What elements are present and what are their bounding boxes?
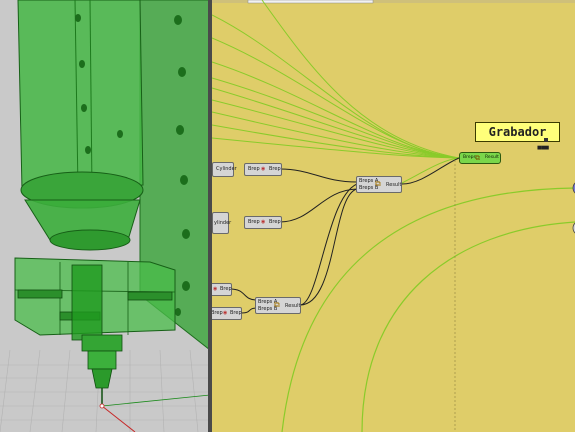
viewport-render [0, 0, 210, 432]
final-union-component[interactable]: Breps ⧉ Result [459, 152, 501, 164]
grasshopper-canvas[interactable]: Cylinder Brep ◉ Brep ylinder Brep ◉ Brep… [212, 0, 575, 432]
brep-in-label-2: Brep [248, 219, 260, 225]
final-input-label: Breps [463, 155, 476, 160]
brep-icon-3: ◉ [213, 286, 218, 292]
brep-param-2[interactable]: Brep ◉ Brep [244, 216, 282, 229]
group-title-text: Grabador [488, 125, 547, 139]
cylinder-component-1[interactable]: Cylinder [212, 162, 237, 177]
data-wires [229, 157, 460, 314]
y-axis-line [101, 394, 210, 407]
group-corner-marker [544, 138, 548, 142]
cylinder-label-1: Cylinder [216, 166, 237, 172]
brep-in-label-1: Brep [248, 166, 260, 172]
origin-point [99, 403, 105, 409]
large-wire-curves [281, 187, 575, 432]
brep-param-1[interactable]: Brep ◉ Brep [244, 163, 282, 176]
brep-param-3[interactable]: ◉ Brep [212, 283, 232, 296]
brep-icon-1: ◉ [261, 166, 266, 172]
collet [81, 334, 123, 352]
group-handle-icons[interactable]: ■■■ [537, 145, 549, 151]
cylinder-label-2: ylinder [214, 220, 232, 226]
final-union-icon: ⧉ [475, 154, 480, 162]
union1-output: Result [386, 182, 402, 188]
brep-param-4[interactable]: Brep ◉ Brep [212, 307, 242, 320]
final-output-label: Result [485, 155, 499, 160]
brep-label-3: Brep [220, 286, 232, 292]
clamp-bolt-right [127, 291, 173, 301]
brep-icon-4: ◉ [223, 310, 228, 316]
union-icon-2: ⧉ [274, 300, 280, 309]
brep-label-4: Brep [230, 310, 242, 316]
input-wire-fan [212, 0, 460, 184]
solid-union-component-1[interactable]: Breps A Breps B ⧉ Result [356, 176, 402, 193]
brep-out-label-2: Brep [269, 219, 281, 225]
brep-icon-2: ◉ [261, 219, 266, 225]
union2-output: Result [285, 303, 301, 309]
rhino-viewport[interactable] [0, 0, 210, 432]
brep-out-label-1: Brep [269, 166, 281, 172]
union-icon-1: ⧉ [375, 179, 381, 188]
clamp-bolt-left [17, 289, 63, 299]
spindle-motor [17, 0, 144, 191]
engraving-bit [91, 368, 113, 389]
solid-union-component-2[interactable]: Breps A Breps B ⧉ Result [255, 297, 301, 314]
cylinder-component-2[interactable]: ylinder [212, 212, 232, 234]
brep-in-label-4: Brep [212, 310, 223, 316]
